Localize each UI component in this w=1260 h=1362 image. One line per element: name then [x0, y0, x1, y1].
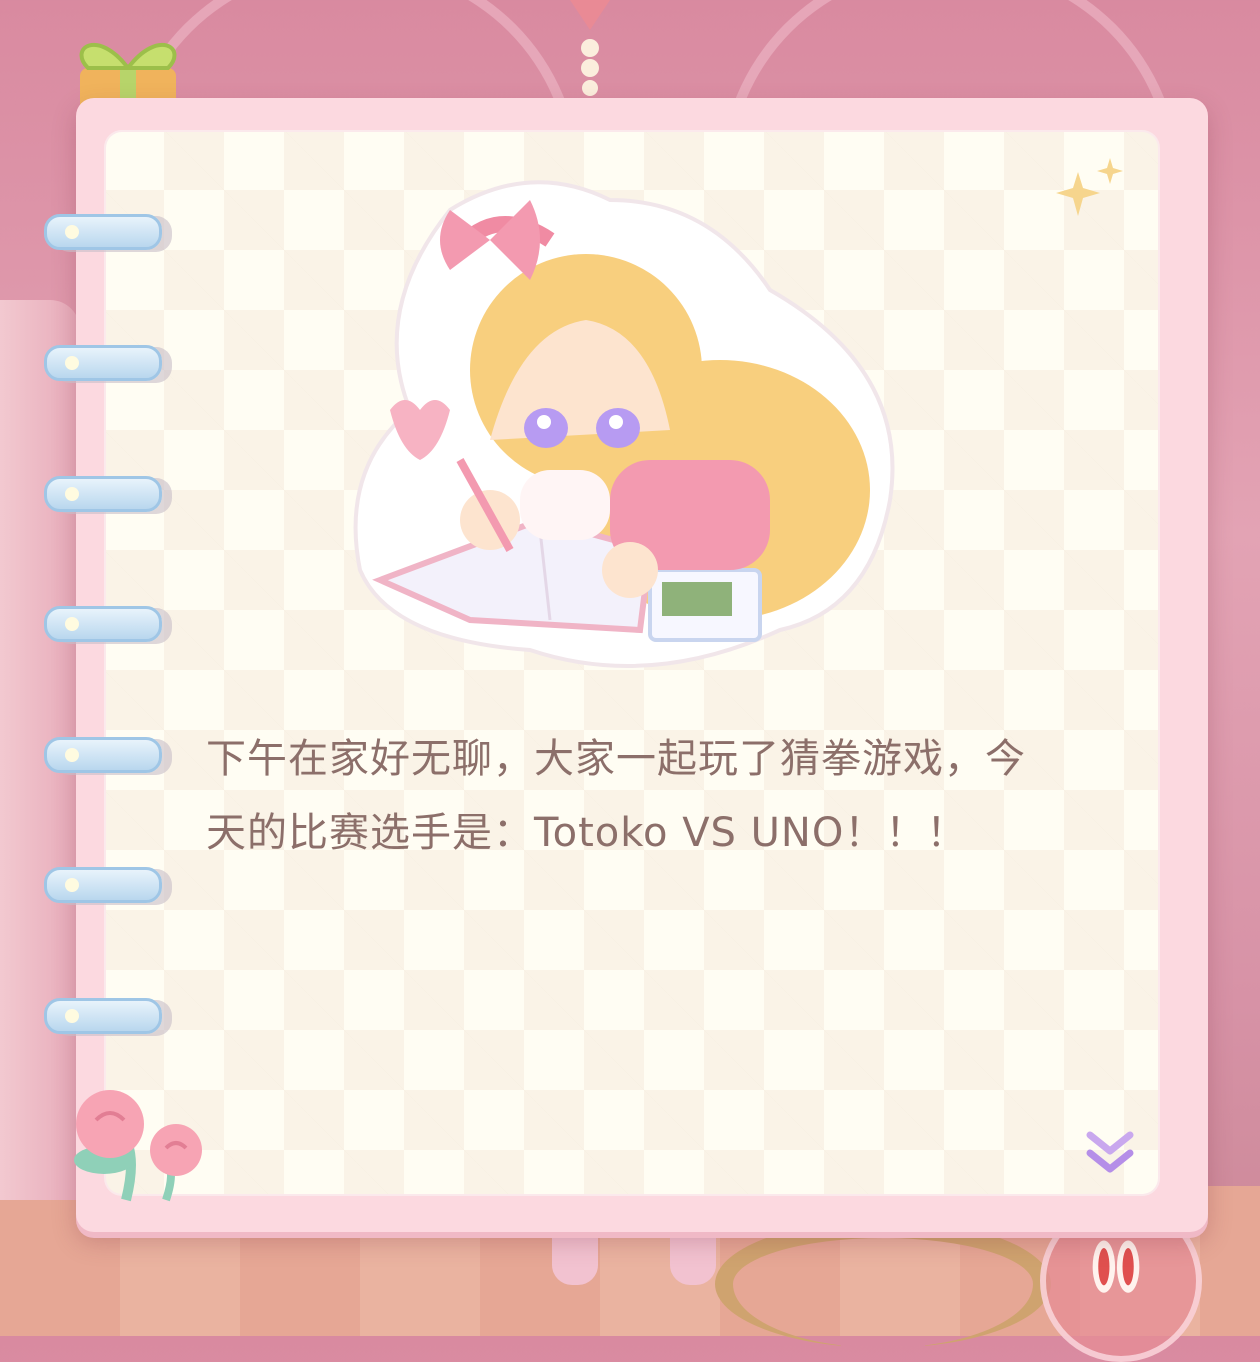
sparkle-icon [1056, 158, 1123, 216]
diary-text-line: 下午在家好无聊，大家一起玩了猜拳游戏，今 [206, 736, 1026, 782]
diary-entry-text: 下午在家好无聊，大家一起玩了猜拳游戏，今 天的比赛选手是：Totoko VS U… [206, 722, 1106, 870]
background-basket [715, 1220, 1051, 1348]
character-foot-right [670, 1225, 716, 1285]
hanging-ornament [570, 0, 610, 96]
binder-ring [44, 345, 162, 381]
double-chevron-down-icon[interactable] [1082, 1125, 1138, 1181]
diary-text-line: 天的比赛选手是：Totoko VS UNO！！！ [206, 810, 968, 856]
girl-writing-diary-sticker [353, 180, 895, 668]
binder-ring [44, 214, 162, 250]
binder-ring [44, 867, 162, 903]
binder-ring [44, 998, 162, 1034]
binder-ring [44, 737, 162, 773]
binder-ring [44, 476, 162, 512]
character-foot-left [552, 1225, 598, 1285]
binder-ring [44, 606, 162, 642]
rose-flower-icon [74, 1090, 202, 1202]
